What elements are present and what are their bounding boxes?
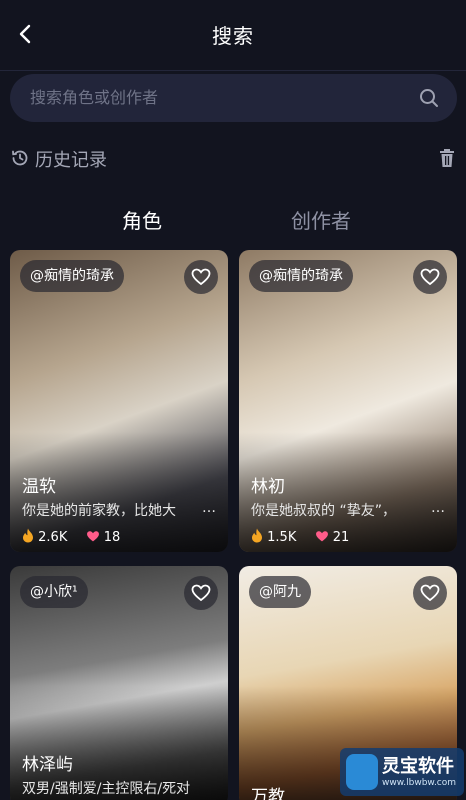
history-label: 历史记录 (35, 150, 107, 171)
character-card[interactable]: @痴情的琦承 林初 你是她叔叔的 “挚友”， … 1.5K 21 (239, 250, 457, 552)
header-divider (0, 70, 466, 71)
watermark-logo: 灵宝软件 www.lbwbw.com (340, 748, 464, 796)
fire-icon (251, 528, 263, 547)
top-bar: 搜索 (0, 0, 466, 72)
fire-count: 1.5K (267, 530, 297, 545)
creator-tag[interactable]: @小欣¹ (20, 576, 88, 608)
watermark-url: www.lbwbw.com (382, 778, 457, 788)
heart-icon (315, 530, 329, 547)
card-stats: 1.5K 21 (251, 528, 349, 547)
creator-tag[interactable]: @阿九 (249, 576, 311, 608)
tab-creator[interactable]: 创作者 (291, 205, 351, 234)
heart-count: 18 (103, 530, 121, 545)
page-title: 搜索 (212, 24, 254, 48)
creator-tag[interactable]: @痴情的琦承 (249, 260, 353, 292)
heart-icon (86, 530, 100, 547)
search-bar[interactable]: 搜索角色或创作者 (10, 74, 457, 122)
character-name: 林泽屿 (22, 755, 73, 775)
creator-tag[interactable]: @痴情的琦承 (20, 260, 124, 292)
favorite-heart-icon[interactable] (184, 260, 218, 294)
trash-icon[interactable] (438, 148, 456, 168)
favorite-heart-icon[interactable] (413, 576, 447, 610)
character-card[interactable]: @小欣¹ 林泽屿 双男/强制爱/主控限右/死对 (10, 566, 228, 800)
search-icon[interactable] (417, 86, 441, 110)
fire-count: 2.6K (38, 530, 68, 545)
character-card[interactable]: @痴情的琦承 温软 你是她的前家教，比她大 … 2.6K 18 (10, 250, 228, 552)
description-ellipsis: … (431, 500, 445, 516)
fire-icon (22, 528, 34, 547)
favorite-heart-icon[interactable] (184, 576, 218, 610)
description-ellipsis: … (202, 500, 216, 516)
character-description: 你是她叔叔的 “挚友”， (251, 503, 396, 519)
card-stats: 2.6K 18 (22, 528, 120, 547)
character-description: 你是她的前家教，比她大 (22, 503, 176, 519)
tab-role[interactable]: 角色 (122, 205, 162, 234)
character-description: 双男/强制爱/主控限右/死对 (22, 781, 191, 797)
heart-count: 21 (332, 530, 350, 545)
watermark-badge-icon (346, 754, 378, 790)
character-name: 温软 (22, 477, 56, 497)
history-clock-icon (10, 148, 30, 168)
character-name: 万教 (251, 787, 285, 800)
character-name: 林初 (251, 477, 285, 497)
favorite-heart-icon[interactable] (413, 260, 447, 294)
search-input[interactable]: 搜索角色或创作者 (30, 74, 158, 122)
watermark-text: 灵宝软件 (382, 756, 454, 777)
